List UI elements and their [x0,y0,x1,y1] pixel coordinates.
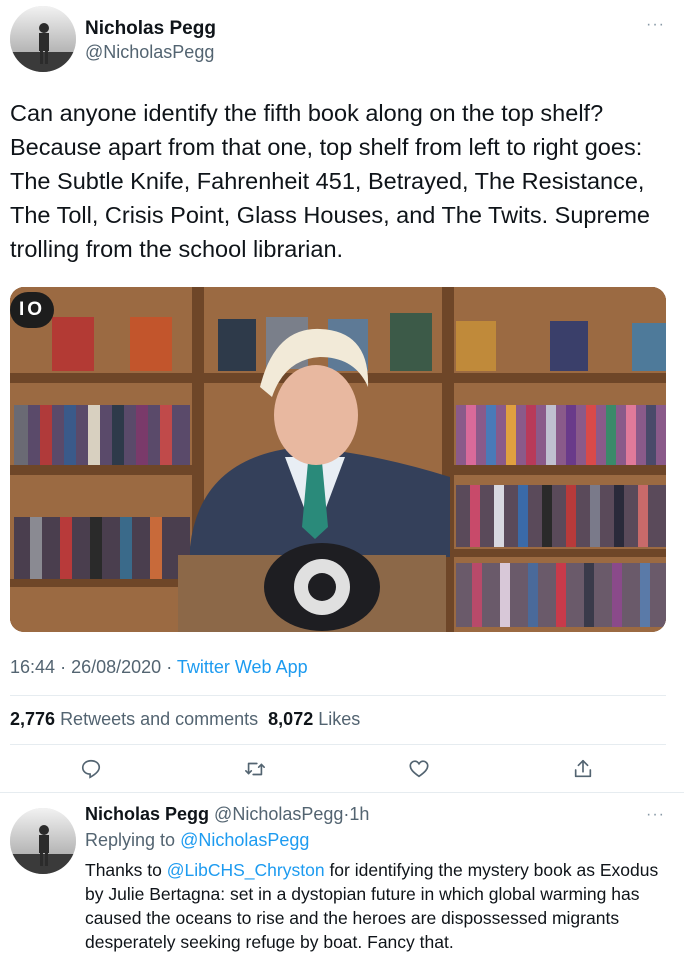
likes-count[interactable]: 8,072 [268,709,313,729]
reply-more-options-icon[interactable]: ··· [646,806,665,824]
avatar-image [10,6,76,72]
reply-text: Thanks to @LibCHS_Chryston for identifyi… [85,858,675,954]
video-still-image [10,287,666,632]
divider [10,744,666,745]
reply-icon [81,759,101,779]
author-name[interactable]: Nicholas Pegg [85,18,216,40]
tweet-date: 26/08/2020 [71,657,162,677]
retweet-button[interactable] [242,756,268,782]
tweet-text: Can anyone identify the fifth book along… [10,100,650,262]
divider [0,792,684,793]
replying-to-label: Replying to [85,830,176,850]
tweet-time: 16:44 [10,657,56,677]
retweet-icon [245,762,265,776]
tweet-meta: 16:44 · 26/08/2020 · Twitter Web App [10,657,308,678]
avatar-image [10,808,76,874]
tweet-stats: 2,776 Retweets and comments 8,072 Likes [10,709,360,730]
like-button[interactable] [406,756,432,782]
retweets-label[interactable]: Retweets and comments [60,709,258,729]
share-button[interactable] [570,756,596,782]
reply-age[interactable]: 1h [349,804,369,824]
replying-to: Replying to @NicholasPegg [85,830,309,851]
likes-label[interactable]: Likes [318,709,360,729]
meta-separator: · [166,657,173,677]
more-options-icon[interactable]: ··· [646,16,665,34]
tweet-source-link[interactable]: Twitter Web App [177,657,308,677]
reply-button[interactable] [78,756,104,782]
reply-author-handle[interactable]: @NicholasPegg [214,804,343,824]
share-icon [574,759,592,778]
tweet-video[interactable] [10,287,666,632]
author-avatar[interactable] [10,6,76,72]
author-handle[interactable]: @NicholasPegg [85,42,214,63]
replying-to-handle[interactable]: @NicholasPegg [180,830,309,850]
reply-header: Nicholas Pegg @NicholasPegg·1h [85,804,369,825]
reply-author-avatar[interactable] [10,808,76,874]
like-icon [409,760,429,778]
reply-mention-link[interactable]: @LibCHS_Chryston [167,860,325,880]
retweets-count[interactable]: 2,776 [10,709,55,729]
tweet-action-bar [0,756,684,782]
meta-separator: · [60,657,67,677]
reply-text-before: Thanks to [85,860,162,880]
video-channel-badge: IO [10,292,54,328]
divider [10,695,666,696]
reply-author-name[interactable]: Nicholas Pegg [85,804,209,824]
